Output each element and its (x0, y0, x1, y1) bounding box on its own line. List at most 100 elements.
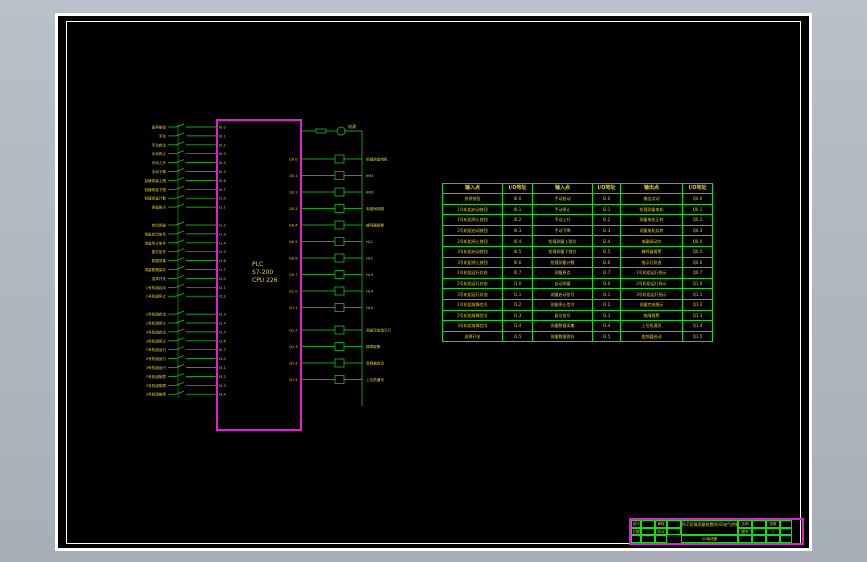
tb-subtitle: I/O接线图 (681, 535, 738, 543)
header-io-address: I/O地址 (502, 183, 533, 194)
io-point-cell: 自动测量 (532, 277, 593, 290)
io-point-cell: 测量启动信号 (532, 288, 593, 300)
input-address: I0.3 (219, 152, 226, 156)
input-address: I3.1 (219, 366, 226, 370)
input-contact (175, 292, 185, 297)
output-address: Q0.6 (289, 257, 298, 261)
input-label: 1号机组启动 (146, 285, 167, 290)
io-point-cell: 1号机组停止按钮 (442, 214, 503, 226)
coil-icon (334, 270, 345, 279)
io-table-row: 1号机组故障信号 I1.2 测量停止信号 I3.2 测量完成指示 Q1.2 (442, 298, 713, 311)
coil-icon (334, 358, 345, 368)
input-contact (175, 177, 185, 181)
input-address: I0.1 (219, 134, 226, 138)
io-point-cell: 测量数据保存 (532, 330, 593, 343)
io-point-cell: 测量原点 (532, 267, 593, 279)
io-point-cell: 测量完成指示 (620, 298, 683, 311)
input-contact (175, 230, 185, 235)
io-point-cell: 2号机组启动按钮 (442, 224, 503, 237)
io-table-row: 3号机组运行状态 I1.1 测量启动信号 I3.1 3号机组运行指示 Q1.1 (442, 288, 713, 300)
input-label: 3号机组停止 (146, 338, 167, 343)
coil-icon (334, 154, 345, 164)
io-address-cell: I2.0 (592, 193, 621, 205)
coil-icon (334, 187, 345, 197)
input-contact (175, 283, 185, 288)
output-label: HL3 (366, 273, 373, 277)
input-label: 复位信号 (152, 249, 167, 254)
input-label: 选择开关 (152, 276, 167, 281)
io-address-cell: Q1.2 (682, 298, 713, 311)
tb-cell: 1 (766, 527, 780, 536)
input-label: 铅锤测量下限 (144, 187, 166, 192)
input-contact (175, 159, 185, 163)
io-address-cell: Q1.0 (682, 277, 713, 290)
io-point-cell: 2号机组运行状态 (442, 277, 503, 290)
input-contact (175, 257, 185, 261)
input-address: I2.6 (219, 339, 226, 343)
tb-cell: 张数 (766, 520, 780, 528)
output-label: 故障报警 (366, 344, 381, 349)
input-address: I1.1 (219, 206, 226, 210)
input-label: 2号机组故障 (146, 383, 167, 388)
output-label: 上位机通讯 (366, 377, 384, 382)
input-contact (175, 346, 185, 351)
io-table-row: 1号机组运行状态 I0.7 测量原点 I2.7 1号机组运行指示 Q0.7 (442, 267, 713, 279)
input-address: I2.2 (219, 295, 226, 299)
output-address: Q0.2 (289, 191, 298, 195)
io-address-cell: I3.0 (592, 277, 621, 290)
io-table-row: 2号机组启动按钮 I0.3 手动下降 I2.3 测量电机反转 Q0.3 (442, 224, 713, 237)
plc-cpu: CPU 226 (252, 277, 278, 284)
tb-cell: 审核 (655, 520, 667, 528)
tb-cell (780, 535, 792, 543)
input-contact (175, 364, 185, 368)
io-point-cell: 1号机组运行状态 (442, 267, 503, 279)
io-point-cell: 测量电机正转 (620, 214, 683, 226)
io-address-cell: Q0.7 (682, 267, 713, 279)
io-point-cell: 2号机组停止按钮 (442, 235, 503, 247)
io-address-cell: I0.0 (502, 193, 533, 205)
input-address: I2.0 (219, 277, 226, 281)
io-table-row: 1号机组停止按钮 I0.2 手动上升 I2.2 测量电机正转 Q0.2 (442, 214, 713, 226)
input-address: I3.2 (219, 375, 226, 379)
coil-icon (334, 286, 345, 296)
io-point-cell: 上位机通讯 (620, 320, 683, 332)
input-contact (175, 310, 185, 315)
input-contact (175, 141, 185, 146)
io-point-cell: 急停按钮 (442, 193, 503, 205)
io-point-cell: 铅锤测量下限位 (532, 245, 593, 258)
input-address: I0.4 (219, 161, 226, 165)
tb-cell (667, 520, 681, 528)
io-table-row: 1号机组启动按钮 I0.1 手动停止 I2.1 铅锤测量电机 Q0.1 (442, 203, 713, 216)
input-contact (175, 328, 185, 333)
output-address: Q0.3 (289, 207, 298, 211)
input-label: 急停按钮 (152, 125, 167, 130)
input-contact (175, 337, 185, 342)
input-address: I0.5 (219, 170, 226, 174)
tb-title: PLC铅锤测量装置的I/O电气控制图 (681, 520, 738, 536)
io-table-row: 选择开关 I1.5 测量数据保存 I3.5 变频器启动 Q1.5 (442, 330, 713, 343)
input-label: 2号机组停止 (146, 321, 167, 326)
io-point-cell: 测量数据采集 (532, 320, 593, 332)
io-address-cell: I0.3 (502, 224, 533, 237)
output-address: Q1.4 (289, 362, 298, 366)
input-label: 手动 (159, 133, 167, 138)
input-address: I1.5 (219, 250, 226, 254)
io-point-cell: 3号机组故障信号 (442, 320, 503, 332)
io-point-cell: 1号机组运行指示 (620, 267, 683, 279)
tb-cell (631, 535, 641, 543)
tb-cell (667, 527, 681, 536)
input-address: I1.4 (219, 241, 226, 245)
input-label: 3号机组启动 (146, 329, 167, 334)
io-address-cell: I1.4 (502, 320, 533, 332)
io-address-cell: Q0.1 (682, 203, 713, 216)
coil-icon (334, 253, 345, 263)
input-address: I3.3 (219, 384, 226, 388)
io-address-cell: Q0.0 (682, 193, 713, 205)
tb-cell (752, 520, 766, 528)
coil-icon (334, 220, 345, 230)
io-point-cell: 选择开关 (442, 330, 503, 343)
input-label: 3号机组运行 (146, 365, 167, 370)
io-address-cell: I0.7 (502, 267, 533, 279)
io-address-cell: I1.3 (502, 309, 533, 322)
tb-cell (641, 527, 655, 536)
